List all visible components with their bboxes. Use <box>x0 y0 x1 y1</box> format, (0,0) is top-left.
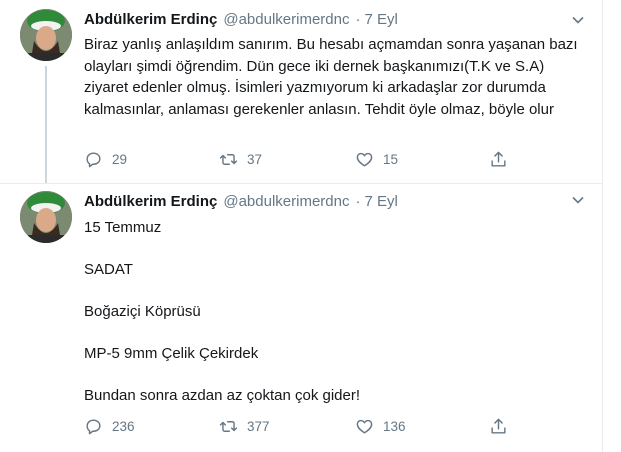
tweet-line: Bundan sonra azdan az çoktan çok gider! <box>84 387 361 404</box>
like-icon <box>356 419 373 434</box>
tweet-date[interactable]: 7 Eyl <box>364 193 397 210</box>
reply-button[interactable]: 236 <box>84 415 135 437</box>
tweet-1[interactable]: Abdülkerim Erdinç @abdulkerimerdnc · 7 Eyl … <box>0 0 602 183</box>
retweet-icon <box>219 153 238 165</box>
retweet-button[interactable]: 377 <box>219 415 270 437</box>
author-handle[interactable]: @abdulkerimerdnc <box>223 11 349 28</box>
tweet-line: SADAT <box>84 261 133 278</box>
share-button[interactable] <box>489 148 517 170</box>
share-icon <box>491 418 506 434</box>
share-icon <box>491 151 506 167</box>
like-count: 15 <box>383 151 399 167</box>
author-name[interactable]: Abdülkerim Erdinç <box>84 193 217 210</box>
tweet-text: Biraz yanlış anlaşıldım sanırım. Bu hesa… <box>84 36 578 118</box>
like-icon <box>356 152 373 167</box>
reply-count: 29 <box>112 151 128 167</box>
retweet-count: 37 <box>247 151 263 167</box>
separator: · <box>355 193 361 210</box>
tweet-actions: 29 37 15 <box>84 148 514 170</box>
share-button[interactable] <box>489 415 517 437</box>
like-count: 136 <box>383 418 406 434</box>
reply-icon <box>86 418 101 434</box>
tweet-actions: 236 377 136 <box>84 415 514 437</box>
separator: · <box>355 11 361 28</box>
tweet-line: Boğaziçi Köprüsü <box>84 303 201 320</box>
retweet-count: 377 <box>247 418 270 434</box>
tweet-header: Abdülkerim Erdinç @abdulkerimerdnc · 7 Eyl <box>84 10 398 30</box>
like-button[interactable]: 136 <box>355 415 406 437</box>
chevron-down-icon[interactable] <box>570 192 586 208</box>
author-handle[interactable]: @abdulkerimerdnc <box>223 193 349 210</box>
avatar[interactable] <box>20 9 72 61</box>
tweet-date[interactable]: 7 Eyl <box>364 11 397 28</box>
avatar[interactable] <box>20 191 72 243</box>
retweet-button[interactable]: 37 <box>219 148 262 170</box>
chevron-down-icon[interactable] <box>570 12 586 28</box>
thread-line <box>45 66 47 183</box>
reply-button[interactable]: 29 <box>84 148 127 170</box>
reply-count: 236 <box>112 418 135 434</box>
like-button[interactable]: 15 <box>355 148 398 170</box>
tweet-header: Abdülkerim Erdinç @abdulkerimerdnc · 7 Eyl <box>84 192 398 212</box>
tweet-line: MP-5 9mm Çelik Çekirdek <box>84 345 259 362</box>
retweet-icon <box>219 420 238 432</box>
timeline-border <box>602 0 603 452</box>
tweet-line: 15 Temmuz <box>84 219 162 236</box>
author-name[interactable]: Abdülkerim Erdinç <box>84 11 217 28</box>
reply-icon <box>86 151 101 167</box>
tweet-2[interactable]: Abdülkerim Erdinç @abdulkerimerdnc · 7 Eyl … <box>0 184 602 452</box>
